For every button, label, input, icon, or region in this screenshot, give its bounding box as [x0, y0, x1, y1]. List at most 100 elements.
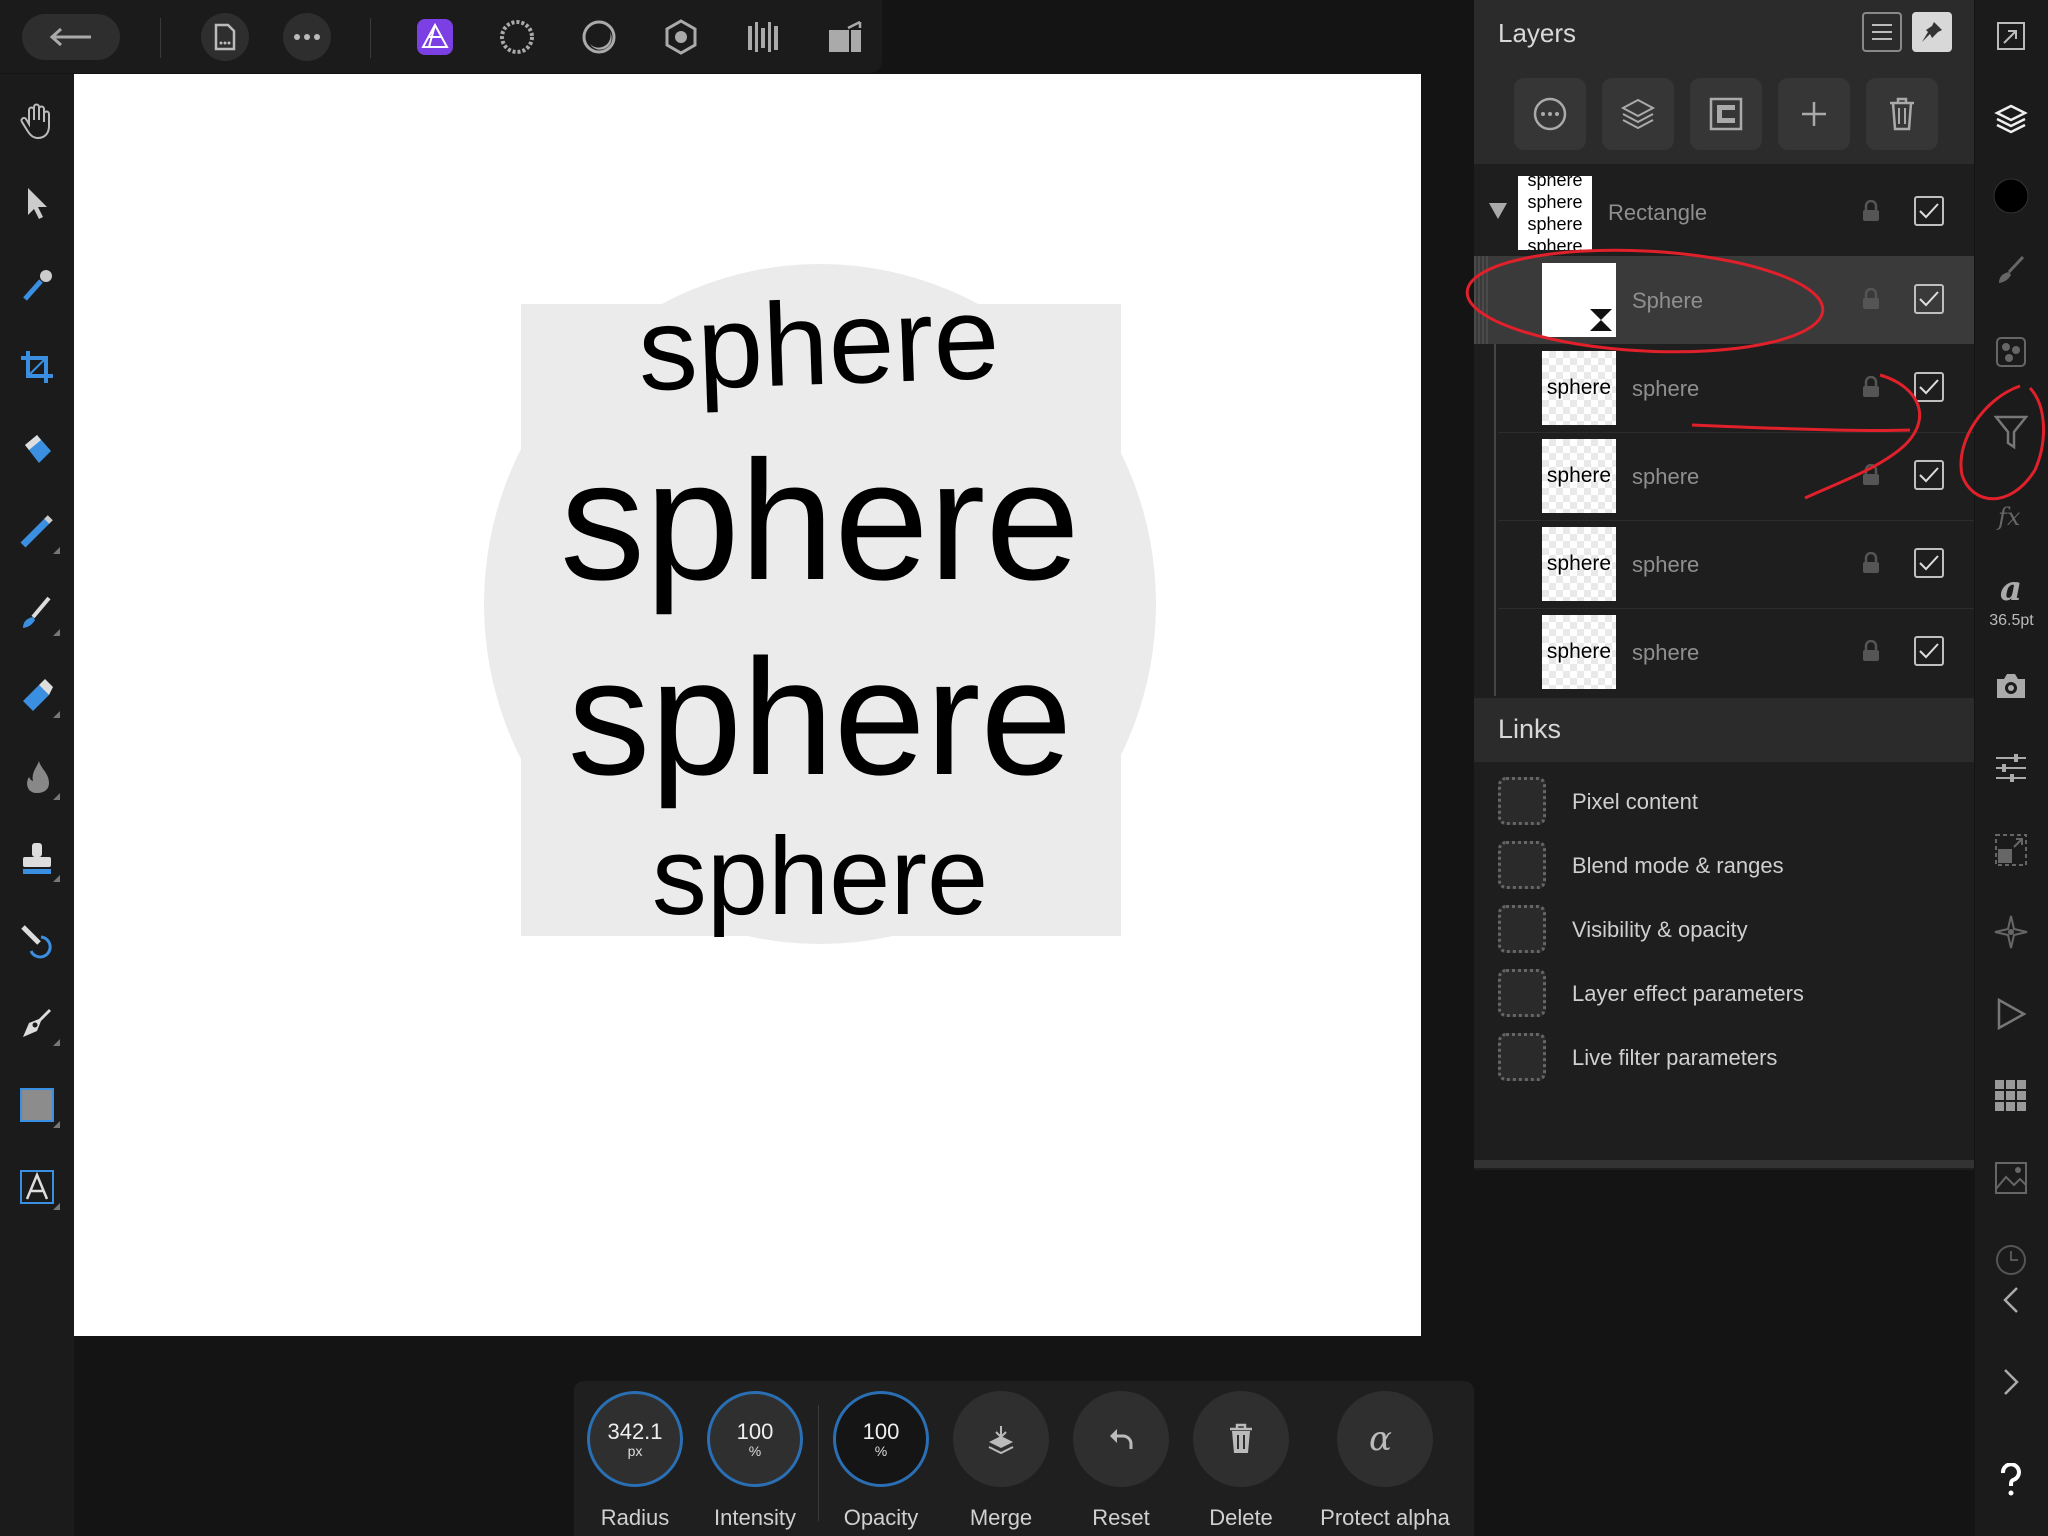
- lock-icon[interactable]: [1862, 200, 1880, 222]
- clone-brush-tool[interactable]: [12, 834, 62, 884]
- protect-alpha-circle[interactable]: α: [1337, 1391, 1433, 1487]
- link-visibility-opacity[interactable]: Visibility & opacity: [1498, 905, 1968, 955]
- text-tool[interactable]: [12, 1162, 62, 1212]
- link-checkbox[interactable]: [1498, 1033, 1546, 1081]
- collapse-triangle-icon[interactable]: [1488, 202, 1508, 220]
- delete-button[interactable]: Delete: [1186, 1391, 1296, 1536]
- document-button[interactable]: [201, 13, 249, 61]
- export-persona-button[interactable]: [739, 13, 787, 61]
- layer-group-rectangle[interactable]: sphere sphere sphere sphere Rectangle: [1474, 168, 1974, 256]
- link-checkbox[interactable]: [1498, 905, 1546, 953]
- layer-row-sphere[interactable]: sphere sphere: [1474, 432, 1974, 520]
- help-button[interactable]: [1989, 1458, 2033, 1502]
- link-pixel-content[interactable]: Pixel content: [1498, 777, 1968, 827]
- pen-tool[interactable]: [12, 998, 62, 1048]
- visibility-checkbox[interactable]: [1914, 636, 1944, 666]
- rectangle-tool[interactable]: [12, 1080, 62, 1130]
- paint-brush-tool[interactable]: [12, 588, 62, 638]
- reset-button[interactable]: Reset: [1066, 1391, 1176, 1536]
- protect-alpha-button[interactable]: α Protect alpha: [1320, 1391, 1450, 1536]
- lock-icon[interactable]: [1862, 288, 1880, 310]
- opacity-dial[interactable]: 100 %: [833, 1391, 929, 1487]
- erase-brush-tool[interactable]: [12, 670, 62, 720]
- collapse-left-button[interactable]: [1989, 1278, 2033, 1322]
- link-checkbox[interactable]: [1498, 841, 1546, 889]
- color-studio-button[interactable]: [1989, 174, 2033, 218]
- radius-dial[interactable]: 342.1 px: [587, 1391, 683, 1487]
- macros-studio-button[interactable]: [1989, 992, 2033, 1036]
- visibility-checkbox[interactable]: [1914, 548, 1944, 578]
- channels-studio-button[interactable]: [1989, 330, 2033, 374]
- history-studio-button[interactable]: [1989, 1238, 2033, 1282]
- stock-studio-button[interactable]: [1989, 1074, 2033, 1118]
- adjustments-studio-button[interactable]: [1989, 746, 2033, 790]
- canvas-artwork[interactable]: sphere sphere sphere sphere: [74, 74, 1421, 1336]
- text-styles-studio-button[interactable]: a: [1989, 566, 2033, 610]
- brushes-studio-button[interactable]: [1989, 248, 2033, 292]
- tone-mapping-persona-icon: [665, 19, 697, 55]
- selection-brush-tool[interactable]: [12, 506, 62, 556]
- photo-persona-button[interactable]: [411, 13, 459, 61]
- layer-row-sphere-filter[interactable]: Sphere: [1474, 256, 1974, 344]
- image-studio-button[interactable]: [1989, 1156, 2033, 1200]
- effects-studio-button[interactable]: fx: [1989, 494, 2033, 538]
- crop-tool[interactable]: [12, 342, 62, 392]
- link-checkbox[interactable]: [1498, 969, 1546, 1017]
- layer-row-sphere[interactable]: sphere sphere: [1474, 344, 1974, 432]
- liquify-persona-button[interactable]: [493, 13, 541, 61]
- top-toolbar: [0, 0, 882, 73]
- link-layer-effects[interactable]: Layer effect parameters: [1498, 969, 1968, 1019]
- visibility-checkbox[interactable]: [1914, 284, 1944, 314]
- link-blend-mode[interactable]: Blend mode & ranges: [1498, 841, 1968, 891]
- layout-button[interactable]: [821, 13, 869, 61]
- develop-persona-button[interactable]: [575, 13, 623, 61]
- move-tool[interactable]: [12, 178, 62, 228]
- color-picker-tool[interactable]: [12, 260, 62, 310]
- smudge-brush-tool[interactable]: [12, 916, 62, 966]
- pin-panel-button[interactable]: [1912, 12, 1952, 52]
- intensity-dial[interactable]: 100 %: [707, 1391, 803, 1487]
- visibility-checkbox[interactable]: [1914, 460, 1944, 490]
- visibility-checkbox[interactable]: [1914, 196, 1944, 226]
- camera-icon: [1997, 674, 2025, 698]
- transform-studio-button[interactable]: [1989, 828, 2033, 872]
- crop-icon: [21, 351, 53, 383]
- intensity-control[interactable]: 100 % Intensity: [700, 1391, 810, 1536]
- delete-layer-button[interactable]: [1866, 78, 1938, 150]
- burn-brush-tool[interactable]: [12, 752, 62, 802]
- flood-fill-tool[interactable]: [12, 424, 62, 474]
- toggle-ui-button[interactable]: [1989, 14, 2033, 58]
- lock-icon[interactable]: [1862, 552, 1880, 574]
- reset-circle[interactable]: [1073, 1391, 1169, 1487]
- hand-tool[interactable]: [12, 96, 62, 146]
- mask-layer-button[interactable]: [1690, 78, 1762, 150]
- lock-icon[interactable]: [1862, 376, 1880, 398]
- back-button[interactable]: [22, 14, 120, 60]
- visibility-checkbox[interactable]: [1914, 372, 1944, 402]
- link-live-filter[interactable]: Live filter parameters: [1498, 1033, 1968, 1083]
- opacity-control[interactable]: 100 % Opacity: [826, 1391, 936, 1536]
- link-checkbox[interactable]: [1498, 777, 1546, 825]
- snapshots-studio-button[interactable]: [1989, 664, 2033, 708]
- lock-icon[interactable]: [1862, 640, 1880, 662]
- checkmark-icon: [1919, 203, 1939, 219]
- more-button[interactable]: [283, 13, 331, 61]
- layer-row-sphere[interactable]: sphere sphere: [1474, 520, 1974, 608]
- layer-stack-button[interactable]: [1602, 78, 1674, 150]
- navigator-studio-button[interactable]: [1989, 910, 2033, 954]
- live-filters-studio-button[interactable]: [1989, 410, 2033, 454]
- delete-circle[interactable]: [1193, 1391, 1289, 1487]
- layers-studio-button[interactable]: [1989, 98, 2033, 142]
- panel-menu-button[interactable]: [1862, 12, 1902, 52]
- layer-options-button[interactable]: [1514, 78, 1586, 150]
- tone-mapping-persona-button[interactable]: [657, 13, 705, 61]
- document-canvas[interactable]: sphere sphere sphere sphere: [74, 74, 1421, 1336]
- add-layer-button[interactable]: [1778, 78, 1850, 150]
- merge-circle[interactable]: [953, 1391, 1049, 1487]
- expand-right-button[interactable]: [1989, 1360, 2033, 1404]
- merge-button[interactable]: Merge: [946, 1391, 1056, 1536]
- checkmark-icon: [1919, 555, 1939, 571]
- layer-row-sphere[interactable]: sphere sphere: [1474, 608, 1974, 696]
- radius-control[interactable]: 342.1 px Radius: [580, 1391, 690, 1536]
- lock-icon[interactable]: [1862, 464, 1880, 486]
